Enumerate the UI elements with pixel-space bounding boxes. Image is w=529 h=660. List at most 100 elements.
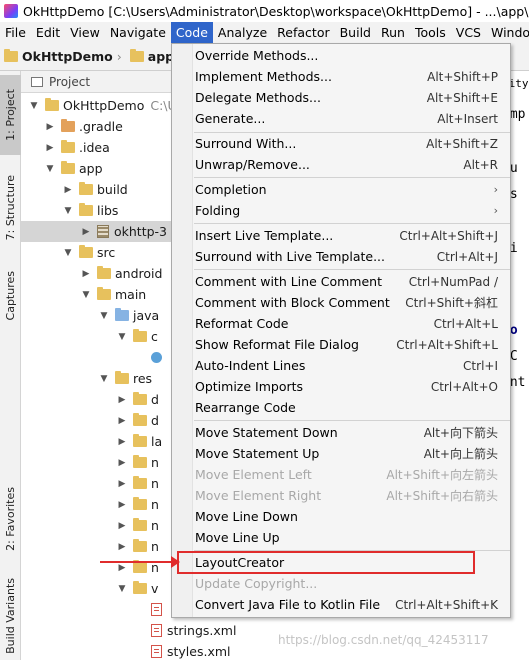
folder-icon [61,161,75,174]
menu-item-shortcut: Ctrl+Alt+Shift+J [399,228,498,243]
menu-item-surround-live-template[interactable]: Surround with Live Template... Ctrl+Alt+… [172,246,510,267]
menu-item-delegate-methods[interactable]: Delegate Methods... Alt+Shift+E [172,87,510,108]
expand-arrow-icon[interactable]: ▶ [63,185,73,195]
menu-item-label: Delegate Methods... [195,90,321,105]
menu-refactor[interactable]: Refactor [272,22,334,43]
expand-arrow-icon[interactable]: ▼ [117,584,127,594]
submenu-arrow-icon: › [493,204,498,217]
menu-item-reformat-code[interactable]: Reformat Code Ctrl+Alt+L [172,313,510,334]
menu-item-optimize-imports[interactable]: Optimize Imports Ctrl+Alt+O [172,376,510,397]
tree-item-label: n [151,476,159,491]
expand-arrow-icon[interactable]: ▶ [117,479,127,489]
jar-icon [97,225,109,238]
expand-arrow-icon[interactable]: ▶ [117,395,127,405]
folder-icon [133,434,147,447]
expand-arrow-icon[interactable]: ▶ [81,269,91,279]
tree-item-label: n [151,497,159,512]
folder-icon [4,49,18,62]
expand-arrow-icon[interactable]: ▼ [99,311,109,321]
tool-tab-favorites[interactable]: 2: Favorites [0,479,21,559]
expand-arrow-icon[interactable]: ▶ [117,458,127,468]
menu-item-line-comment[interactable]: Comment with Line Comment Ctrl+NumPad / [172,271,510,292]
chevron-right-icon: › [116,49,122,64]
folder-icon [133,455,147,468]
expand-arrow-icon[interactable]: ▼ [99,374,109,384]
expand-arrow-icon[interactable]: ▼ [81,290,91,300]
watermark: https://blog.csdn.net/qq_42453117 [278,633,489,647]
menu-view[interactable]: View [65,22,105,43]
menu-edit[interactable]: Edit [31,22,65,43]
menu-item-shortcut: Ctrl+NumPad / [408,274,498,289]
menu-analyze[interactable]: Analyze [213,22,272,43]
expand-arrow-icon[interactable]: ▶ [117,521,127,531]
menu-item-shortcut: Ctrl+Alt+Shift+K [395,597,498,612]
menu-item-move-line-down[interactable]: Move Line Down [172,506,510,527]
menu-tools[interactable]: Tools [410,22,451,43]
breadcrumb-project[interactable]: OkHttpDemo › [4,49,126,64]
folder-icon [61,140,75,153]
expand-arrow-icon[interactable]: ▶ [45,122,55,132]
menu-window[interactable]: Windo [486,22,529,43]
expand-arrow-icon[interactable]: ▶ [45,143,55,153]
tree-item-label: main [115,287,147,302]
menu-item-folding[interactable]: Folding › [172,200,510,221]
menu-run[interactable]: Run [376,22,410,43]
menu-item-move-statement-up[interactable]: Move Statement Up Alt+向上箭头 [172,443,510,464]
resource-folder-icon [115,371,129,384]
menu-item-rearrange-code[interactable]: Rearrange Code [172,397,510,418]
folder-icon [79,203,93,216]
expand-arrow-icon[interactable]: ▶ [81,227,91,237]
menu-item-implement-methods[interactable]: Implement Methods... Alt+Shift+P [172,66,510,87]
menu-item-update-copyright[interactable]: Update Copyright... [172,573,510,594]
expand-arrow-icon[interactable]: ▼ [63,248,73,258]
breadcrumb-app[interactable]: app [129,49,174,64]
expand-arrow-icon[interactable]: ▼ [63,206,73,216]
menu-item-move-element-right[interactable]: Move Element Right Alt+Shift+向右箭头 [172,485,510,506]
menu-item-auto-indent[interactable]: Auto-Indent Lines Ctrl+I [172,355,510,376]
tool-tab-structure[interactable]: 7: Structure [0,163,21,253]
menu-item-shortcut: Ctrl+Alt+Shift+L [396,337,498,352]
menu-item-label: Move Element Right [195,488,322,503]
expand-arrow-icon[interactable]: ▶ [117,563,127,573]
menu-item-generate[interactable]: Generate... Alt+Insert [172,108,510,129]
tool-tab-project[interactable]: 1: Project [0,75,21,155]
expand-arrow-icon[interactable]: ▼ [117,332,127,342]
menu-item-label: Folding [195,203,241,218]
tool-tab-captures[interactable]: Captures [0,261,21,331]
menu-item-shortcut: Alt+Shift+向左箭头 [386,468,498,482]
menu-item-label: Move Statement Up [195,446,320,461]
expand-arrow-icon[interactable]: ▶ [117,437,127,447]
expand-arrow-icon[interactable]: ▶ [117,500,127,510]
menu-item-move-line-up[interactable]: Move Line Up [172,527,510,548]
menu-item-convert-to-kotlin[interactable]: Convert Java File to Kotlin File Ctrl+Al… [172,594,510,615]
menu-item-shortcut: Ctrl+Alt+O [430,379,498,394]
folder-icon [129,49,144,62]
title-bar: OkHttpDemo [C:\Users\Administrator\Deskt… [0,0,529,22]
menu-item-reformat-dialog[interactable]: Show Reformat File Dialog Ctrl+Alt+Shift… [172,334,510,355]
menu-separator [194,177,510,178]
expand-arrow-icon[interactable]: ▶ [117,542,127,552]
expand-arrow-icon[interactable]: ▼ [45,164,55,174]
menu-item-move-element-left[interactable]: Move Element Left Alt+Shift+向左箭头 [172,464,510,485]
menu-build[interactable]: Build [335,22,376,43]
menu-item-block-comment[interactable]: Comment with Block Comment Ctrl+Shift+斜杠 [172,292,510,313]
menu-item-surround-with[interactable]: Surround With... Alt+Shift+Z [172,133,510,154]
menu-item-label: Move Line Down [195,509,298,524]
expand-arrow-icon[interactable]: ▼ [29,101,39,111]
menu-item-override-methods[interactable]: Override Methods... [172,45,510,66]
menu-code[interactable]: Code [170,22,213,43]
menu-item-completion[interactable]: Completion › [172,179,510,200]
menu-item-unwrap-remove[interactable]: Unwrap/Remove... Alt+R [172,154,510,175]
menu-item-move-statement-down[interactable]: Move Statement Down Alt+向下箭头 [172,422,510,443]
menu-file[interactable]: File [0,22,31,43]
menu-item-shortcut: Alt+R [463,157,498,172]
expand-arrow-icon[interactable]: ▶ [117,416,127,426]
tree-item-label: n [151,455,159,470]
menu-navigate[interactable]: Navigate [105,22,171,43]
tool-tab-build-variants[interactable]: Build Variants [0,573,21,658]
folder-icon [133,518,147,531]
menu-separator [194,223,510,224]
menu-vcs[interactable]: VCS [451,22,486,43]
menu-item-insert-live-template[interactable]: Insert Live Template... Ctrl+Alt+Shift+J [172,225,510,246]
menu-item-shortcut: Ctrl+Alt+L [433,316,498,331]
